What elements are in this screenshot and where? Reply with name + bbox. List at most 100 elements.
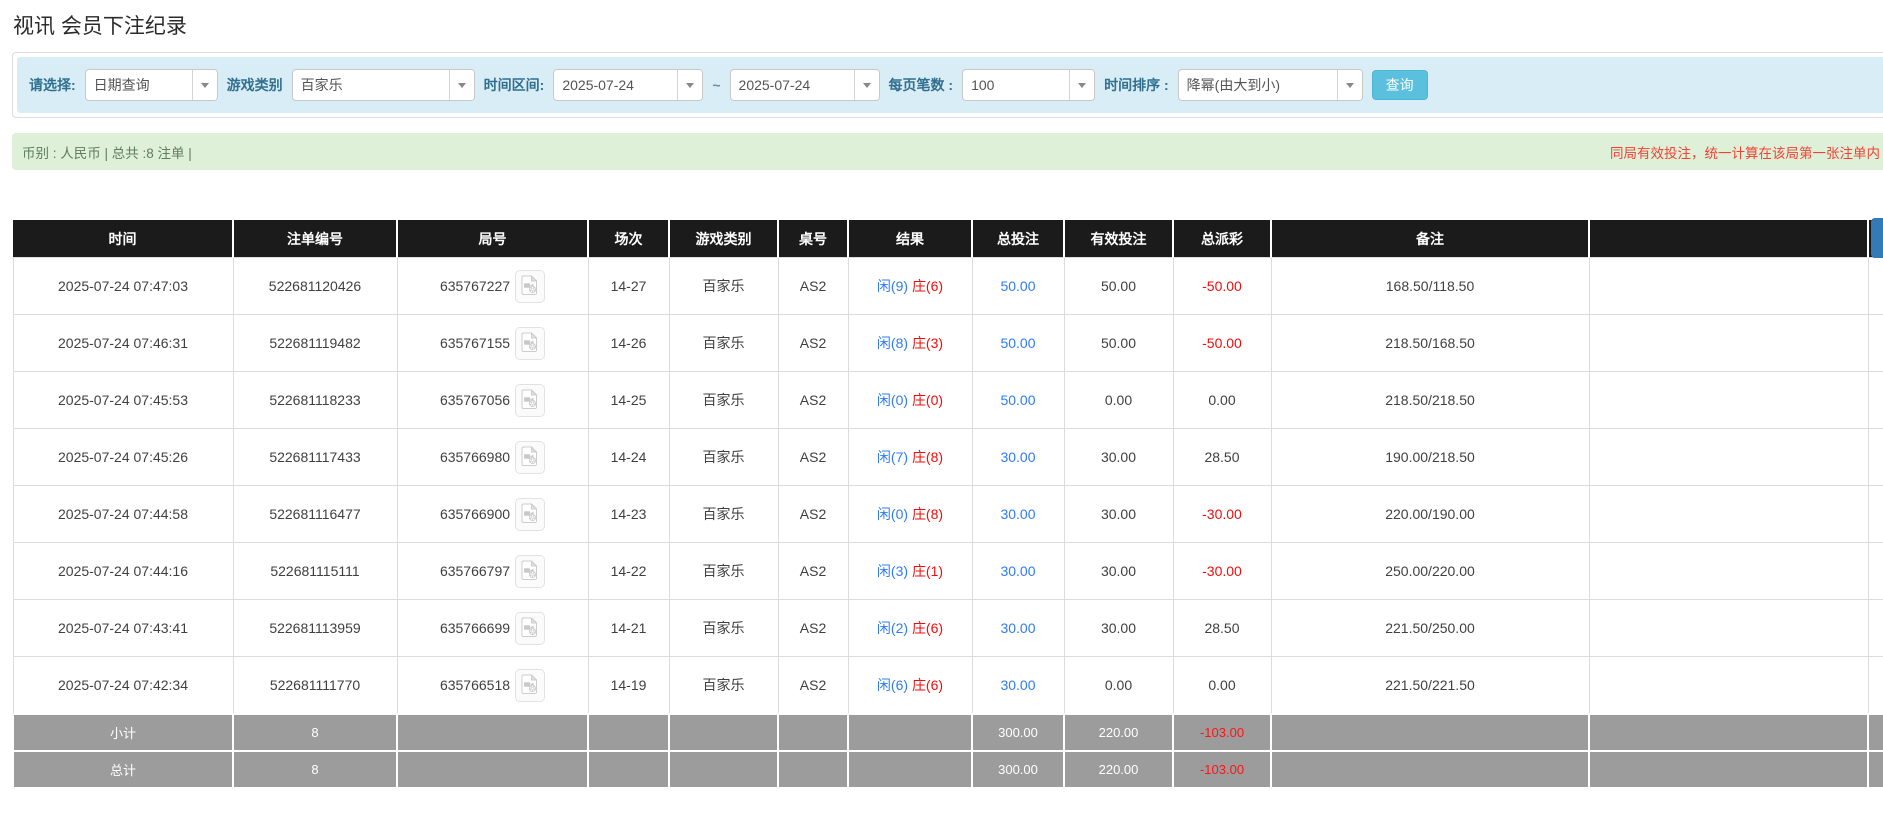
video-replay-button[interactable] <box>515 384 545 417</box>
total-bet-link[interactable]: 30.00 <box>1000 506 1035 522</box>
footer-remark <box>1271 714 1589 751</box>
footer-table <box>778 714 848 751</box>
game-category-select[interactable]: 百家乐 <box>292 69 475 101</box>
chevron-down-icon[interactable] <box>192 70 217 100</box>
search-button[interactable]: 查询 <box>1372 70 1428 100</box>
filter-panel: 请选择: 日期查询 游戏类别 百家乐 时间区间: 2025-07-24 ~ 20… <box>12 52 1883 118</box>
total-bet-link[interactable]: 30.00 <box>1000 677 1035 693</box>
total-bet-link[interactable]: 50.00 <box>1000 335 1035 351</box>
column-result: 结果 <box>848 220 972 258</box>
cell-time: 2025-07-24 07:42:34 <box>13 657 233 715</box>
cell-round-id: 635767227 <box>397 258 588 315</box>
total-bet-link[interactable]: 30.00 <box>1000 449 1035 465</box>
footer-result <box>848 751 972 788</box>
cell-total-bet: 30.00 <box>972 429 1064 486</box>
table-row: 2025-07-24 07:44:58522681116477635766900… <box>13 486 1883 543</box>
cell-round-id: 635767155 <box>397 315 588 372</box>
total-bet-link[interactable]: 30.00 <box>1000 620 1035 636</box>
chevron-down-icon[interactable] <box>1069 70 1094 100</box>
column-round-id: 局号 <box>397 220 588 258</box>
chevron-down-icon[interactable] <box>677 70 702 100</box>
cell-round-id: 635766518 <box>397 657 588 715</box>
cell-round-id: 635766797 <box>397 543 588 600</box>
cell-round-id: 635766900 <box>397 486 588 543</box>
cell-remark: 218.50/168.50 <box>1271 315 1589 372</box>
footer-extra <box>1589 751 1868 788</box>
cell-valid-bet: 0.00 <box>1064 657 1173 715</box>
chevron-down-icon[interactable] <box>449 70 474 100</box>
column-time: 时间 <box>13 220 233 258</box>
cell-extra <box>1589 486 1868 543</box>
cell-remark: 221.50/250.00 <box>1271 600 1589 657</box>
video-replay-button[interactable] <box>515 270 545 303</box>
query-type-select[interactable]: 日期查询 <box>85 69 218 101</box>
cell-remark: 168.50/118.50 <box>1271 258 1589 315</box>
footer-game <box>669 714 778 751</box>
cell-game: 百家乐 <box>669 258 778 315</box>
total-bet-link[interactable]: 50.00 <box>1000 392 1035 408</box>
date-to-input[interactable]: 2025-07-24 <box>730 69 880 101</box>
filter-bar: 请选择: 日期查询 游戏类别 百家乐 时间区间: 2025-07-24 ~ 20… <box>17 57 1883 113</box>
cell-time: 2025-07-24 07:45:53 <box>13 372 233 429</box>
footer-session <box>588 714 669 751</box>
result-banker: 庄(0) <box>912 392 943 408</box>
video-replay-button[interactable] <box>515 327 545 360</box>
footer-count: 8 <box>233 751 397 788</box>
cell-bet-id: 522681118233 <box>233 372 397 429</box>
cell-payout: 28.50 <box>1173 600 1271 657</box>
sort-order-select[interactable]: 降幂(由大到小) <box>1178 69 1363 101</box>
footer-round <box>397 714 588 751</box>
cell-table: AS2 <box>778 657 848 715</box>
cell-result: 闲(6) 庄(6) <box>848 657 972 715</box>
table-row: 2025-07-24 07:45:53522681118233 635767056… <box>13 372 1883 429</box>
table-footer-row: 总计8300.00220.00-103.00 <box>13 751 1883 788</box>
column-valid-bet: 有效投注 <box>1064 220 1173 258</box>
video-replay-icon <box>521 332 539 355</box>
page-title: 视讯 会员下注纪录 <box>13 10 1883 40</box>
column-bet-id: 注单编号 <box>233 220 397 258</box>
cell-valid-bet: 30.00 <box>1064 486 1173 543</box>
round-id-text: 635767056 <box>440 392 510 408</box>
cell-total-bet: 50.00 <box>972 372 1064 429</box>
cell-table: AS2 <box>778 372 848 429</box>
cell-table: AS2 <box>778 429 848 486</box>
sort-order-label: 时间排序 : <box>1104 75 1169 95</box>
cell-remark: 221.50/221.50 <box>1271 657 1589 715</box>
video-replay-button[interactable] <box>515 669 545 702</box>
footer-table <box>778 751 848 788</box>
footer-remark <box>1271 751 1589 788</box>
cell-extra-cutoff <box>1868 543 1883 600</box>
chevron-down-icon[interactable] <box>1337 70 1362 100</box>
total-bet-link[interactable]: 30.00 <box>1000 563 1035 579</box>
cell-bet-id: 522681115111 <box>233 543 397 600</box>
video-replay-button[interactable] <box>515 441 545 474</box>
page-size-select[interactable]: 100 <box>962 69 1095 101</box>
cell-game: 百家乐 <box>669 543 778 600</box>
result-player: 闲(6) <box>877 677 908 693</box>
result-banker: 庄(8) <box>912 449 943 465</box>
column-payout: 总派彩 <box>1173 220 1271 258</box>
date-from-input[interactable]: 2025-07-24 <box>553 69 703 101</box>
result-player: 闲(0) <box>877 392 908 408</box>
cell-bet-id: 522681120426 <box>233 258 397 315</box>
cell-game: 百家乐 <box>669 600 778 657</box>
table-header-row: 时间 注单编号 局号 场次 游戏类别 桌号 结果 总投注 有效投注 总派彩 备注 <box>13 220 1883 258</box>
footer-payout: -103.00 <box>1173 714 1271 751</box>
export-button-cutoff[interactable] <box>1871 218 1883 258</box>
result-banker: 庄(3) <box>912 335 943 351</box>
result-banker: 庄(6) <box>912 677 943 693</box>
video-replay-button[interactable] <box>515 555 545 588</box>
cell-result: 闲(0) 庄(8) <box>848 486 972 543</box>
chevron-down-icon[interactable] <box>854 70 879 100</box>
cell-bet-id: 522681119482 <box>233 315 397 372</box>
footer-round <box>397 751 588 788</box>
cell-session: 14-23 <box>588 486 669 543</box>
video-replay-button[interactable] <box>515 498 545 531</box>
footer-payout: -103.00 <box>1173 751 1271 788</box>
cell-valid-bet: 30.00 <box>1064 543 1173 600</box>
cell-total-bet: 30.00 <box>972 600 1064 657</box>
footer-total-bet: 300.00 <box>972 714 1064 751</box>
total-bet-link[interactable]: 50.00 <box>1000 278 1035 294</box>
result-player: 闲(2) <box>877 620 908 636</box>
video-replay-button[interactable] <box>515 612 545 645</box>
